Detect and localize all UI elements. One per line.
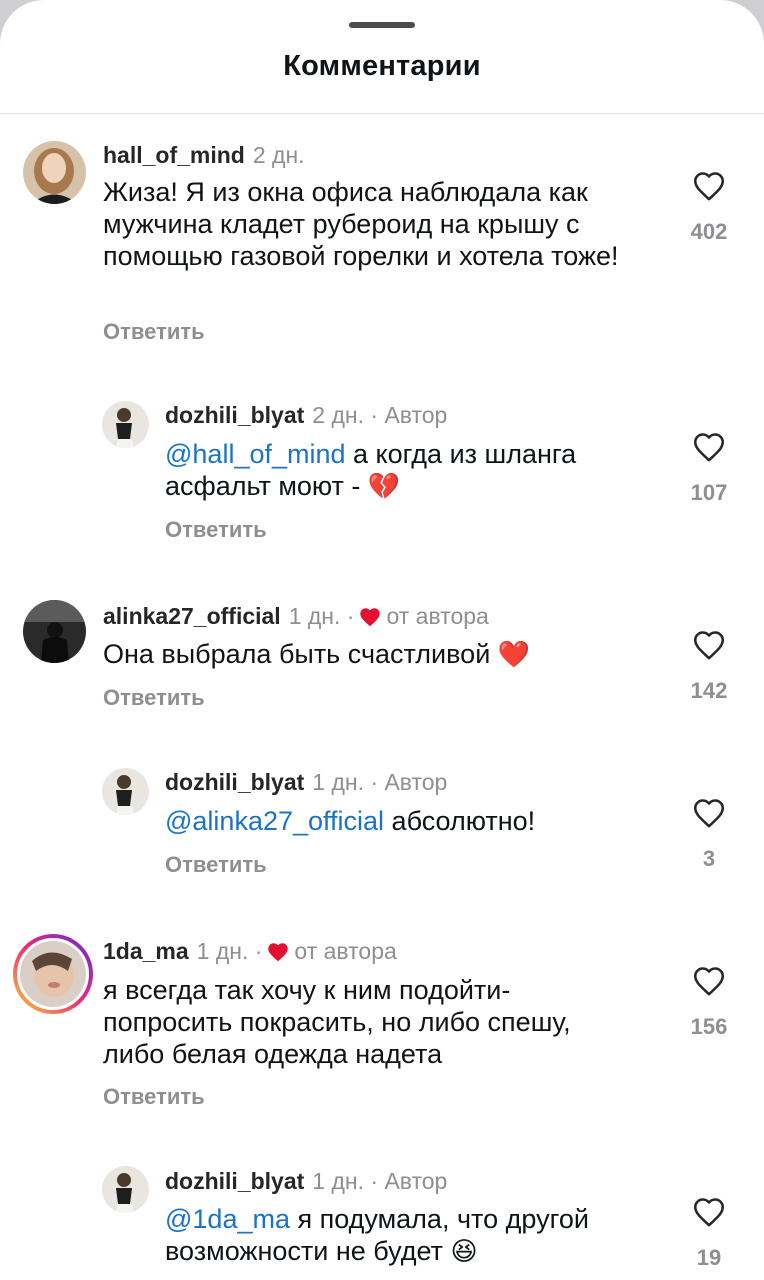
mention-link[interactable]: @hall_of_mind	[165, 439, 346, 469]
comments-sheet: Комментарии hall_of_mind 2 дн. Жиза! Я из…	[0, 0, 764, 1280]
header-divider	[0, 113, 764, 114]
comment-time: 1 дн. ·	[196, 938, 263, 964]
comment-text: @1da_ma я подумала, что другой возможнос…	[165, 1204, 589, 1266]
heart-outline-icon	[693, 967, 725, 996]
heart-filled-icon	[268, 943, 289, 962]
username[interactable]: dozhili_blyat	[165, 1168, 304, 1194]
sheet-grabber[interactable]	[349, 22, 415, 28]
avatar[interactable]	[102, 401, 149, 448]
reply-button[interactable]: Ответить	[103, 1084, 205, 1110]
author-label: · Автор	[370, 1168, 448, 1194]
comment-meta: hall_of_mind 2 дн.	[103, 141, 305, 169]
avatar-story-ring[interactable]	[13, 934, 93, 1014]
like-button[interactable]: 19	[679, 1196, 739, 1271]
avatar[interactable]	[23, 600, 86, 663]
like-count: 107	[690, 480, 728, 505]
like-button[interactable]: 156	[679, 965, 739, 1040]
comment-time: 1 дн.	[312, 1168, 364, 1194]
like-button[interactable]: 107	[679, 431, 739, 506]
liked-by-author-label: от автора	[294, 938, 397, 964]
like-count: 156	[690, 1014, 728, 1039]
comment-text: @alinka27_official абсолютно!	[165, 806, 536, 836]
username[interactable]: hall_of_mind	[103, 142, 245, 168]
comment-time: 1 дн. ·	[288, 603, 355, 629]
avatar[interactable]	[102, 768, 149, 815]
like-button[interactable]: 3	[679, 797, 739, 872]
username[interactable]: 1da_ma	[103, 938, 189, 964]
comment-meta: dozhili_blyat 1 дн. · Автор	[165, 768, 447, 796]
comment-time: 2 дн.	[312, 402, 364, 428]
comment-text: Жиза! Я из окна офиса наблюдала как мужч…	[103, 177, 619, 271]
like-button[interactable]: 402	[679, 170, 739, 245]
like-count: 402	[690, 219, 728, 244]
avatar[interactable]	[102, 1166, 149, 1213]
comment-text: @hall_of_mind а когда из шланга асфальт …	[165, 439, 577, 501]
comment-text: Она выбрала быть счастливой ❤️	[103, 639, 531, 669]
comment-meta: dozhili_blyat 1 дн. · Автор	[165, 1167, 447, 1195]
laughing-emoji: 😆	[450, 1236, 478, 1266]
author-label: · Автор	[370, 402, 448, 428]
like-count: 3	[702, 846, 716, 871]
reply-button[interactable]: Ответить	[103, 319, 205, 345]
comment-text: я всегда так хочу к ним подойти-попросит…	[103, 975, 571, 1069]
username[interactable]: dozhili_blyat	[165, 402, 304, 428]
heart-outline-icon	[693, 433, 725, 462]
comment-meta: alinka27_official 1 дн. · от автора	[103, 602, 489, 634]
comment-meta: dozhili_blyat 2 дн. · Автор	[165, 401, 447, 429]
like-button[interactable]: 142	[679, 629, 739, 704]
comment-time: 1 дн.	[312, 769, 364, 795]
page-title: Комментарии	[283, 50, 481, 82]
avatar[interactable]	[23, 141, 86, 204]
comment-meta: 1da_ma 1 дн. · от автора	[103, 937, 397, 969]
like-count: 142	[690, 678, 728, 703]
red-heart-emoji: ❤️	[497, 639, 531, 669]
liked-by-author-label: от автора	[386, 603, 489, 629]
reply-button[interactable]: Ответить	[165, 852, 267, 878]
heart-outline-icon	[693, 631, 725, 660]
mention-link[interactable]: @1da_ma	[165, 1204, 290, 1234]
author-label: · Автор	[370, 769, 448, 795]
heart-outline-icon	[693, 172, 725, 201]
like-count: 19	[696, 1245, 722, 1270]
mention-link[interactable]: @alinka27_official	[165, 806, 384, 836]
avatar	[17, 938, 89, 1010]
username[interactable]: alinka27_official	[103, 603, 281, 629]
broken-heart-emoji: 💔	[367, 471, 401, 501]
comment-time: 2 дн.	[252, 142, 305, 168]
heart-filled-icon	[360, 608, 381, 627]
reply-button[interactable]: Ответить	[103, 685, 205, 711]
reply-button[interactable]: Ответить	[165, 517, 267, 543]
username[interactable]: dozhili_blyat	[165, 769, 304, 795]
heart-outline-icon	[693, 799, 725, 828]
heart-outline-icon	[693, 1198, 725, 1227]
